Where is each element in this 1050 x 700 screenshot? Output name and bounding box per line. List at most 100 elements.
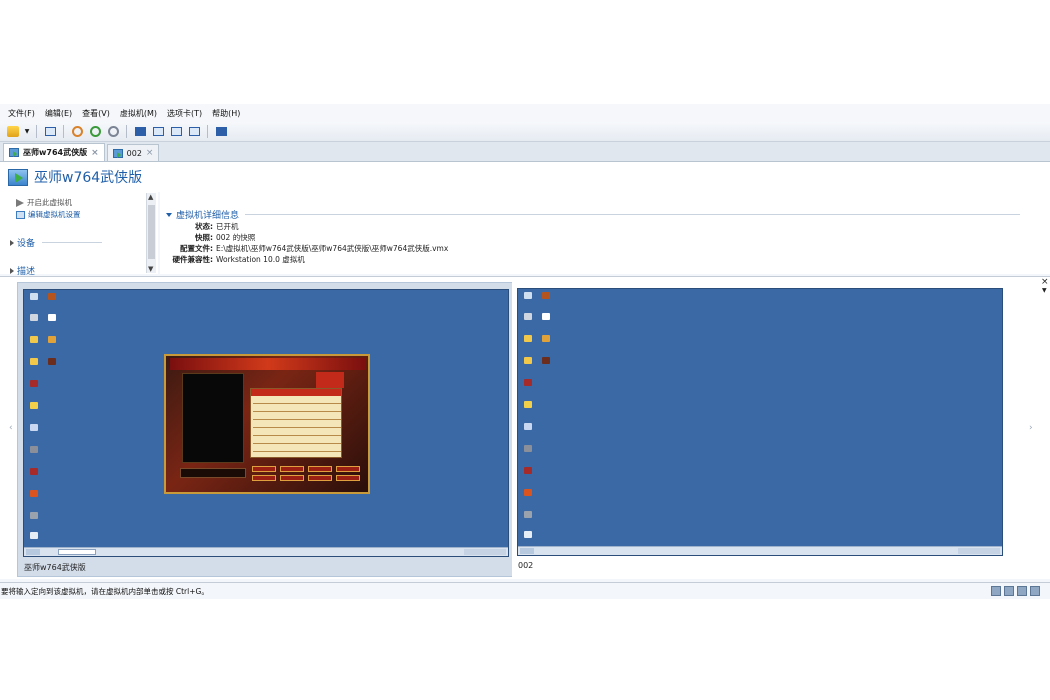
edit-settings-link[interactable]: 编辑虚拟机设置 bbox=[16, 209, 81, 220]
app-icon bbox=[48, 358, 56, 365]
guest-taskbar bbox=[24, 547, 508, 556]
toolbar-divider bbox=[63, 125, 64, 138]
app-icon bbox=[30, 468, 38, 475]
tab-vm-002[interactable]: 002 × bbox=[106, 144, 160, 161]
snapshot-icon[interactable] bbox=[70, 125, 84, 139]
system-tray bbox=[464, 549, 506, 555]
detail-value: 002 的快照 bbox=[216, 233, 256, 242]
close-icon[interactable]: × bbox=[1041, 277, 1049, 287]
menu-file[interactable]: 文件(F) bbox=[8, 108, 35, 119]
game-button[interactable] bbox=[308, 475, 332, 481]
app-icon bbox=[48, 293, 56, 300]
menu-view[interactable]: 查看(V) bbox=[82, 108, 110, 119]
vm-details-title: 虚拟机详细信息 bbox=[176, 211, 240, 221]
edit-settings-label: 编辑虚拟机设置 bbox=[28, 210, 81, 219]
folder-icon bbox=[524, 335, 532, 342]
table-row[interactable] bbox=[253, 427, 341, 428]
game-button[interactable] bbox=[280, 466, 304, 472]
pause-icon[interactable] bbox=[6, 125, 20, 139]
chevron-right-icon[interactable]: › bbox=[1029, 423, 1033, 433]
game-logo bbox=[316, 372, 344, 388]
game-button[interactable] bbox=[280, 475, 304, 481]
menu-help[interactable]: 帮助(H) bbox=[212, 108, 240, 119]
sound-icon[interactable] bbox=[1017, 586, 1027, 596]
table-header bbox=[251, 389, 341, 396]
app-icon bbox=[48, 336, 56, 343]
devices-section[interactable]: 设备 bbox=[10, 236, 103, 249]
send-ctrl-alt-del-icon[interactable] bbox=[43, 125, 57, 139]
toolbar-divider bbox=[36, 125, 37, 138]
left-panel-scrollbar[interactable]: ▲ ▼ bbox=[146, 193, 156, 273]
game-button[interactable] bbox=[252, 466, 276, 472]
thumbnail-bar: ‹ › × ▼ 巫师w764武侠版 002 bbox=[0, 276, 1050, 579]
vm-screen-preview[interactable] bbox=[23, 289, 509, 557]
chevron-up-icon[interactable]: ▲ bbox=[148, 193, 153, 201]
power-on-link[interactable]: 开启此虚拟机 bbox=[16, 197, 72, 208]
app-icon bbox=[524, 467, 532, 474]
menu-edit[interactable]: 编辑(E) bbox=[45, 108, 72, 119]
tab-vm-wushi[interactable]: 巫师w764武侠版 × bbox=[3, 143, 105, 161]
start-button[interactable] bbox=[26, 549, 40, 555]
dropdown-arrow-icon[interactable]: ▼ bbox=[24, 125, 30, 139]
vm-thumbnail[interactable]: 巫师w764武侠版 bbox=[17, 282, 513, 577]
detail-value: E:\虚拟机\巫师w764武侠版\巫师w764武侠版\巫师w764武侠版.vmx bbox=[216, 244, 449, 253]
menu-tabs[interactable]: 选项卡(T) bbox=[167, 108, 202, 119]
revert-snapshot-icon[interactable] bbox=[88, 125, 102, 139]
table-row[interactable] bbox=[253, 435, 341, 436]
table-row[interactable] bbox=[253, 451, 341, 452]
vm-details-panel: 虚拟机详细信息 状态: 已开机 快照: 002 的快照 配置文件: E:\虚拟机… bbox=[160, 192, 1050, 274]
table-row[interactable] bbox=[253, 419, 341, 420]
app-icon bbox=[524, 511, 532, 518]
snapshot-manager-icon[interactable] bbox=[106, 125, 120, 139]
collapse-icon bbox=[166, 212, 172, 217]
expand-icon bbox=[10, 239, 14, 246]
game-button[interactable] bbox=[336, 475, 360, 481]
app-icon bbox=[524, 489, 532, 496]
status-message: 要将输入定向到该虚拟机，请在虚拟机内部单击或按 Ctrl+G。 bbox=[1, 586, 209, 596]
game-button[interactable] bbox=[336, 466, 360, 472]
game-input[interactable] bbox=[180, 468, 246, 478]
display-icon[interactable] bbox=[1030, 586, 1040, 596]
thumbnail-bar-icon[interactable] bbox=[151, 125, 165, 139]
table-row[interactable] bbox=[253, 411, 341, 412]
close-icon[interactable]: × bbox=[146, 148, 154, 158]
chevron-left-icon[interactable]: ‹ bbox=[9, 423, 13, 433]
full-screen-icon[interactable] bbox=[169, 125, 183, 139]
status-bar: 要将输入定向到该虚拟机，请在虚拟机内部单击或按 Ctrl+G。 bbox=[0, 582, 1050, 599]
vm-thumbnail[interactable]: 002 bbox=[512, 282, 1008, 577]
thumbnail-label: 002 bbox=[518, 561, 534, 570]
hard-disk-icon[interactable] bbox=[991, 586, 1001, 596]
system-tray bbox=[958, 548, 1000, 554]
guest-taskbar bbox=[518, 546, 1002, 555]
network-icon[interactable] bbox=[1004, 586, 1014, 596]
vmware-window: 文件(F) 编辑(E) 查看(V) 虚拟机(M) 选项卡(T) 帮助(H) ▼ … bbox=[0, 104, 1050, 599]
chevron-down-icon[interactable]: ▼ bbox=[148, 265, 153, 273]
close-icon[interactable]: × bbox=[91, 148, 99, 158]
folder-icon bbox=[524, 357, 532, 364]
game-button[interactable] bbox=[308, 466, 332, 472]
server-list-table[interactable] bbox=[250, 388, 342, 458]
game-button[interactable] bbox=[252, 475, 276, 481]
start-button[interactable] bbox=[520, 548, 534, 554]
game-news-panel bbox=[182, 373, 244, 463]
console-view-icon[interactable] bbox=[214, 125, 228, 139]
dropdown-arrow-icon[interactable]: ▼ bbox=[1042, 287, 1047, 294]
computer-icon bbox=[524, 292, 532, 299]
table-row[interactable] bbox=[253, 403, 341, 404]
menu-vm[interactable]: 虚拟机(M) bbox=[120, 108, 157, 119]
taskbar-item[interactable] bbox=[58, 549, 96, 555]
detail-value: 已开机 bbox=[216, 222, 239, 231]
scrollbar-thumb[interactable] bbox=[148, 205, 155, 259]
thumbnail-label: 巫师w764武侠版 bbox=[24, 563, 86, 572]
vm-screen-preview[interactable] bbox=[517, 288, 1003, 556]
recycle-bin-icon bbox=[30, 314, 38, 321]
app-icon bbox=[542, 335, 550, 342]
game-launcher-window[interactable] bbox=[164, 354, 370, 494]
folder-icon bbox=[30, 358, 38, 365]
table-row[interactable] bbox=[253, 443, 341, 444]
app-icon bbox=[524, 423, 532, 430]
expand-icon bbox=[10, 267, 14, 274]
unity-icon[interactable] bbox=[187, 125, 201, 139]
vm-details-header[interactable]: 虚拟机详细信息 bbox=[166, 208, 1021, 221]
show-library-icon[interactable] bbox=[133, 125, 147, 139]
